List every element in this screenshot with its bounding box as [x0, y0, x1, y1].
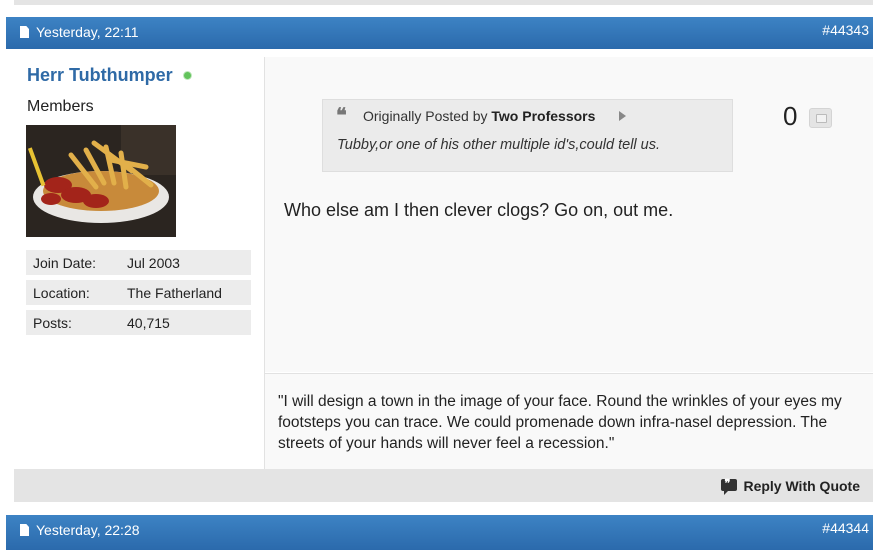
stat-location: Location: The Fatherland	[26, 280, 251, 305]
post-date: Yesterday, 22:11	[36, 24, 139, 40]
username-link[interactable]: Herr Tubthumper	[27, 65, 173, 86]
like-button[interactable]	[809, 108, 832, 128]
vote-count: 0	[783, 101, 798, 131]
post-header: Yesterday, 22:28 #44344	[6, 515, 873, 550]
stat-value: The Fatherland	[127, 285, 222, 301]
previous-post-bottom	[14, 0, 873, 5]
quote-icon: ❝	[336, 105, 347, 127]
signature: "I will design a town in the image of yo…	[265, 373, 873, 470]
signature-text: "I will design a town in the image of yo…	[278, 393, 842, 452]
post-date: Yesterday, 22:28	[36, 522, 140, 538]
post-header: Yesterday, 22:11 #44343	[6, 17, 873, 49]
quote-prefix: Originally Posted by	[363, 108, 488, 124]
document-icon	[20, 524, 29, 536]
quote-author: Two Professors	[491, 108, 596, 124]
stat-posts: Posts: 40,715	[26, 310, 251, 335]
user-info-panel: Herr Tubthumper Members Join Date: Jul 2…	[14, 57, 265, 469]
user-stats: Join Date: Jul 2003 Location: The Father…	[26, 250, 251, 340]
avatar[interactable]	[26, 125, 176, 237]
post-body: Herr Tubthumper Members Join Date: Jul 2…	[14, 57, 873, 502]
post-content: ❝ Originally Posted by Two Professors Tu…	[265, 57, 873, 372]
reply-quote-icon	[721, 477, 738, 495]
post-number-link[interactable]: #44344	[822, 520, 869, 536]
stat-label: Join Date:	[33, 255, 97, 271]
quote-box: ❝ Originally Posted by Two Professors Tu…	[322, 99, 733, 172]
stat-value: 40,715	[127, 315, 170, 331]
post-footer: Reply With Quote	[14, 469, 873, 502]
stat-join-date: Join Date: Jul 2003	[26, 250, 251, 275]
stat-label: Location:	[33, 285, 90, 301]
reply-with-quote-label: Reply With Quote	[743, 478, 860, 494]
post-number-link[interactable]: #44343	[822, 22, 869, 38]
online-status-icon	[184, 72, 191, 79]
stat-value: Jul 2003	[127, 255, 180, 271]
stat-label: Posts:	[33, 315, 72, 331]
quote-text: Tubby,or one of his other multiple id's,…	[337, 137, 661, 153]
view-post-arrow-icon[interactable]	[619, 111, 626, 121]
post-message: Who else am I then clever clogs? Go on, …	[284, 200, 674, 220]
user-title: Members	[27, 98, 94, 115]
document-icon	[20, 26, 29, 38]
reply-with-quote-button[interactable]: Reply With Quote	[721, 477, 860, 496]
quote-header: Originally Posted by Two Professors	[363, 108, 595, 124]
